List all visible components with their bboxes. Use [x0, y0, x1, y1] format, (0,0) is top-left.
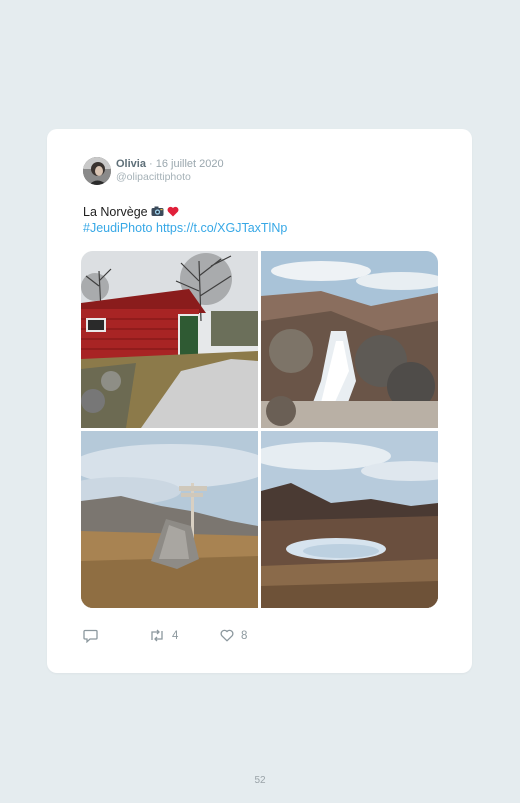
- photo-red-cabin[interactable]: [81, 251, 258, 428]
- photo-signpost[interactable]: [81, 431, 258, 608]
- retweet-button[interactable]: 4: [149, 629, 178, 642]
- url-link[interactable]: https://t.co/XGJTaxTlNp: [156, 221, 287, 235]
- tweet-author: Olivia · 16 juillet 2020: [116, 158, 224, 171]
- camera-emoji-icon: [151, 205, 164, 221]
- reply-icon: [83, 629, 98, 643]
- tweet-text-content: La Norvège: [83, 205, 148, 219]
- retweet-icon: [149, 629, 165, 642]
- photo-waterfall[interactable]: [261, 251, 438, 428]
- like-button[interactable]: 8: [220, 629, 247, 642]
- tweet-date[interactable]: · 16 juillet 2020: [149, 158, 224, 170]
- reply-button[interactable]: [83, 629, 98, 643]
- page-number: 52: [254, 775, 266, 786]
- hashtag-link[interactable]: #JeudiPhoto: [83, 221, 153, 235]
- tweet-text: La Norvège: [83, 204, 179, 221]
- photo-lake[interactable]: [261, 431, 438, 608]
- author-name[interactable]: Olivia: [116, 158, 146, 170]
- red-heart-emoji-icon: [167, 205, 179, 221]
- tweet-card: Olivia · 16 juillet 2020 @olipacittiphot…: [47, 129, 472, 673]
- retweet-count: 4: [172, 629, 179, 642]
- author-handle[interactable]: @olipacittiphoto: [116, 171, 191, 183]
- tweet-links: #JeudiPhoto https://t.co/XGJTaxTlNp: [83, 220, 287, 236]
- heart-icon: [220, 629, 234, 642]
- photo-grid: [81, 251, 438, 608]
- like-count: 8: [241, 629, 248, 642]
- avatar[interactable]: [83, 157, 111, 185]
